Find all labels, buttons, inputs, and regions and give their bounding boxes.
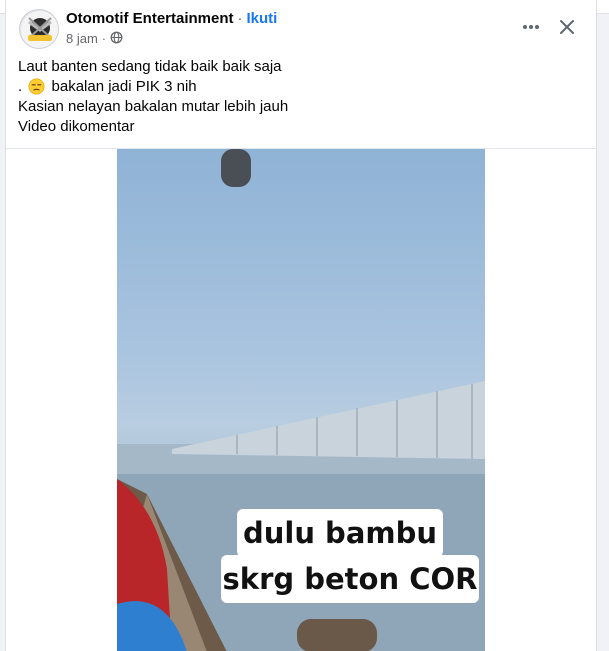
post-line-1: Laut banten sedang tidak baik baik saja [18, 58, 282, 75]
author-line: Otomotif Entertainment · Ikuti [66, 10, 277, 28]
meta-separator: · [101, 31, 107, 46]
follow-button[interactable]: Ikuti [247, 10, 278, 27]
post-text: Laut banten sedang tidak baik baik saja … [18, 57, 578, 137]
more-icon [523, 25, 539, 29]
name-separator: · [237, 10, 243, 27]
post-line-2-prefix: . [18, 78, 23, 95]
media-frame: dulu bambu skrg beton COR [6, 148, 596, 651]
post-line-2: . bakalan jadi PIK 3 nih [18, 77, 578, 97]
post-video[interactable]: dulu bambu skrg beton COR [117, 149, 485, 651]
more-options-button[interactable] [516, 12, 546, 42]
video-caption-line-2: skrg beton COR [221, 555, 479, 603]
post-line-4: Video dikomentar [18, 118, 135, 135]
post-meta: 8 jam · [66, 31, 123, 47]
post-time[interactable]: 8 jam [66, 31, 98, 47]
author-avatar[interactable] [19, 9, 59, 49]
post-card: Otomotif Entertainment · Ikuti 8 jam · Lau… [5, 0, 597, 651]
author-name[interactable]: Otomotif Entertainment [66, 10, 234, 27]
video-caption-line-1: dulu bambu [237, 509, 443, 557]
post-line-3: Kasian nelayan bakalan mutar lebih jauh [18, 98, 289, 115]
avatar-logo [21, 11, 58, 48]
unamused-face-emoji [28, 78, 45, 95]
close-icon [560, 20, 574, 34]
post-line-2-text: bakalan jadi PIK 3 nih [51, 78, 197, 95]
close-button[interactable] [552, 12, 582, 42]
globe-icon [110, 31, 123, 48]
